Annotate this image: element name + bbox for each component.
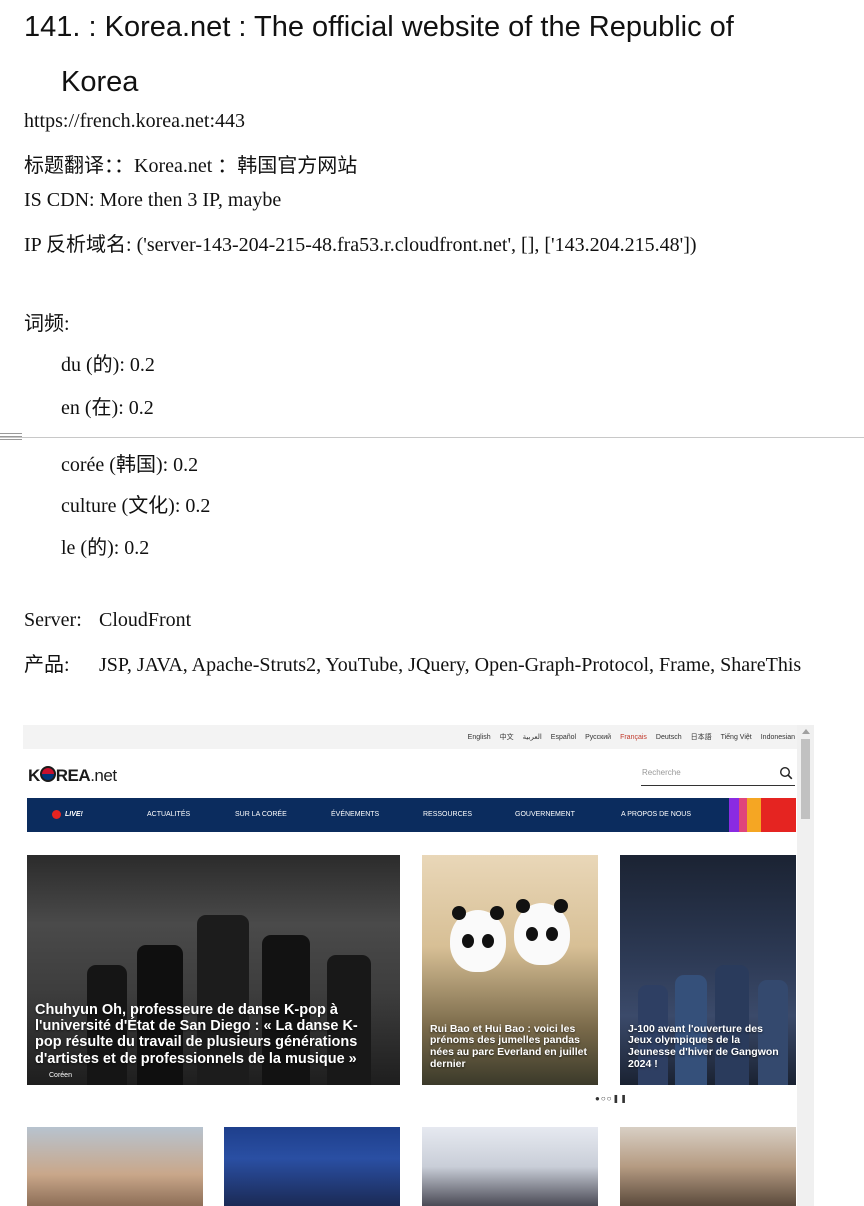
word-freq-item: du (的): 0.2 <box>61 354 155 376</box>
server-value: CloudFront <box>99 609 192 631</box>
card-caption: Chuhyun Oh, professeure de danse K-pop à… <box>35 1001 358 1067</box>
nav-item-actualites[interactable]: ACTUALITÉS <box>147 811 190 818</box>
page-divider <box>0 437 864 438</box>
thumbnail-ceremony[interactable] <box>224 1127 400 1206</box>
panda-image <box>514 899 570 965</box>
scroll-up-icon[interactable] <box>802 729 810 734</box>
live-icon <box>52 810 61 819</box>
server-label: Server: <box>24 609 82 631</box>
featured-card-pandas[interactable]: Rui Bao et Hui Bao : voici les prénoms d… <box>422 855 598 1085</box>
nav-item-evenements[interactable]: ÉVÉNEMENTS <box>331 811 379 818</box>
nav-item-sur-la-coree[interactable]: SUR LA CORÉE <box>235 811 287 818</box>
nav-live[interactable]: LIVE! <box>52 810 83 819</box>
title-line-1: 141. : Korea.net : The official website … <box>24 11 734 43</box>
scrollbar[interactable] <box>797 725 814 1206</box>
carousel-indicator[interactable]: ●○○❚❚ <box>595 1094 628 1103</box>
featured-card-gangwon[interactable]: J-100 avant l'ouverture des Jeux olympiq… <box>620 855 796 1085</box>
word-freq-label: 词频: <box>24 313 70 335</box>
language-link[interactable]: العربية <box>523 734 542 741</box>
card-tag: Coréen <box>49 1072 72 1079</box>
cdn-info: IS CDN: More then 3 IP, maybe <box>24 189 282 211</box>
search-box[interactable]: Recherche <box>641 763 795 786</box>
language-link[interactable]: English <box>468 734 491 741</box>
product-row: 产品: JSP, JAVA, Apache-Struts2, YouTube, J… <box>24 648 801 677</box>
logo-k: K <box>28 766 40 785</box>
website-screenshot: English 中文 العربية Español Русский Français De… <box>23 725 814 1206</box>
product-label: 产品: <box>24 654 70 676</box>
word-freq-item: le (的): 0.2 <box>61 537 150 559</box>
language-bar: English 中文 العربية Español Русский Français De… <box>23 725 797 749</box>
featured-card-dance[interactable]: Chuhyun Oh, professeure de danse K-pop à… <box>27 855 400 1085</box>
nav-item-ressources[interactable]: RESSOURCES <box>423 811 472 818</box>
word-freq-item: culture (文化): 0.2 <box>61 495 211 517</box>
language-link[interactable]: Русский <box>585 734 611 741</box>
nav-item-gouvernement[interactable]: GOUVERNEMENT <box>515 811 575 818</box>
language-link[interactable]: Deutsch <box>656 734 682 741</box>
nav-item-a-propos[interactable]: A PROPOS DE NOUS <box>621 811 691 818</box>
language-link[interactable]: Indonesian <box>761 734 795 741</box>
color-stripe <box>761 798 796 832</box>
word-freq-item: corée (韩国): 0.2 <box>61 454 199 476</box>
scrollbar-thumb[interactable] <box>801 739 810 819</box>
korea-net-logo[interactable]: K REA.net <box>28 766 117 786</box>
title-line-2: Korea <box>61 66 139 98</box>
language-link[interactable]: Français <box>620 734 647 741</box>
thumbnail-agreement[interactable] <box>422 1127 598 1206</box>
word-freq-item: en (在): 0.2 <box>61 397 154 419</box>
search-placeholder: Recherche <box>642 768 681 777</box>
color-stripes <box>729 798 796 832</box>
site-url: https://french.korea.net:443 <box>24 110 246 132</box>
color-stripe <box>747 798 761 832</box>
thumbnail-children[interactable] <box>27 1127 203 1206</box>
language-list: English 中文 العربية Español Русский Français De… <box>459 732 795 742</box>
panda-image <box>450 906 506 972</box>
language-link[interactable]: 中文 <box>500 734 514 741</box>
language-link[interactable]: 日本語 <box>691 734 712 741</box>
language-link[interactable]: Español <box>551 734 576 741</box>
logo-rea: REA <box>55 766 91 785</box>
product-value: JSP, JAVA, Apache-Struts2, YouTube, JQue… <box>99 654 802 676</box>
translated-title: 标题翻译：：Korea.net ：韩国官方网站 <box>24 155 358 177</box>
language-link[interactable]: Tiếng Việt <box>721 734 752 741</box>
document-title: 141. : Korea.net : The official website … <box>24 0 844 110</box>
color-stripe <box>729 798 739 832</box>
thumbnail-classroom[interactable] <box>620 1127 796 1206</box>
server-row: Server: CloudFront <box>24 609 191 632</box>
taeguk-icon <box>39 766 56 782</box>
card-caption: J-100 avant l'ouverture des Jeux olympiq… <box>628 1022 779 1071</box>
color-stripe <box>739 798 747 832</box>
search-icon[interactable] <box>779 766 793 780</box>
card-caption: Rui Bao et Hui Bao : voici les prénoms d… <box>430 1022 587 1071</box>
logo-suffix: .net <box>90 766 117 785</box>
main-nav: LIVE! ACTUALITÉS SUR LA CORÉE ÉVÉNEMENTS… <box>27 798 796 832</box>
reverse-dns: IP 反析域名: ('server-143-204-215-48.fra53.r… <box>24 234 697 256</box>
